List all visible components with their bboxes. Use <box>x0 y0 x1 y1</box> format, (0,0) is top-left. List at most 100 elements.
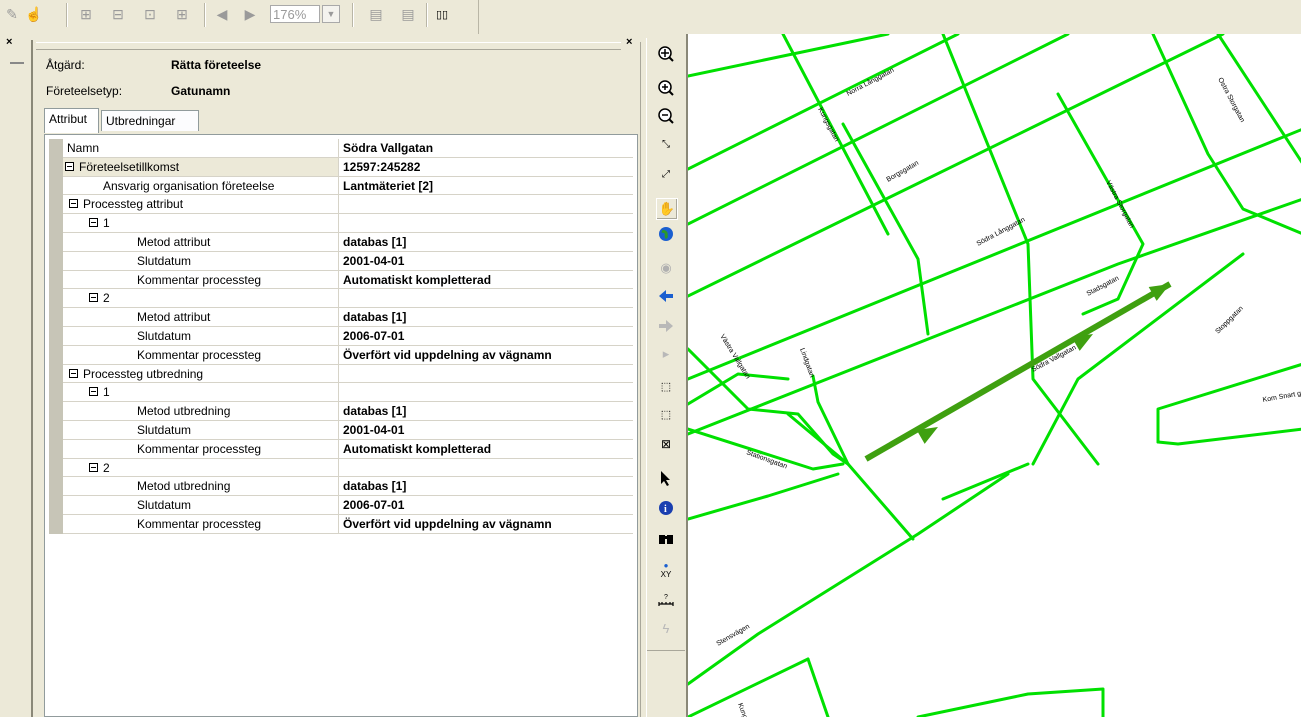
close-icon[interactable]: × <box>626 36 632 48</box>
row-gutter <box>49 420 63 440</box>
forward-arrow-icon[interactable] <box>656 316 676 336</box>
property-value: 2006-07-01 <box>343 498 405 513</box>
collapse-toggle-icon[interactable] <box>69 368 78 378</box>
fixed-zoom-out-icon[interactable]: ⊟ <box>108 4 128 24</box>
collapse-toggle-icon[interactable] <box>89 387 98 397</box>
property-value-cell[interactable] <box>339 195 633 215</box>
property-value-cell[interactable]: Södra Vallgatan <box>339 139 633 158</box>
table-row[interactable]: Slutdatum 2001-04-01 <box>49 251 633 271</box>
table-row[interactable]: Slutdatum 2006-07-01 <box>49 326 633 346</box>
collapse-toggle-icon[interactable] <box>89 293 98 303</box>
layout-icon[interactable]: ▯▯ <box>432 4 452 24</box>
clear-selection-icon[interactable]: ⊠ <box>656 434 676 454</box>
selected-street[interactable] <box>864 281 1172 462</box>
find-binoculars-icon[interactable] <box>656 528 676 548</box>
select-features-icon[interactable]: ⬚ <box>656 376 676 396</box>
table-row[interactable]: Företeelsetillkomst 12597:245282 <box>49 157 633 177</box>
full-extent-icon[interactable]: ⊡ <box>140 4 160 24</box>
property-value-cell[interactable]: 12597:245282 <box>339 158 633 177</box>
property-value-cell[interactable]: databas [1] <box>339 233 633 252</box>
collapse-toggle-icon[interactable] <box>89 218 98 228</box>
property-name: 2 <box>103 291 110 306</box>
property-value-cell[interactable]: 2001-04-01 <box>339 252 633 271</box>
property-name-cell: Metod attribut <box>63 308 339 327</box>
back-arrow-icon[interactable] <box>656 286 676 306</box>
row-gutter <box>49 232 63 252</box>
street-line <box>786 412 850 466</box>
property-value-cell[interactable]: Lantmäteriet [2] <box>339 177 633 196</box>
select-by-graphics-icon[interactable]: ⬚ <box>656 404 676 424</box>
zoom-out-icon[interactable] <box>656 106 676 126</box>
edit-tool-icon[interactable]: ✎ <box>2 4 22 24</box>
property-value-cell[interactable]: databas [1] <box>339 308 633 327</box>
property-value-cell[interactable]: Automatiskt kompletterad <box>339 440 633 459</box>
refresh-icon[interactable]: ◉ <box>656 258 676 278</box>
table-row[interactable]: Slutdatum 2006-07-01 <box>49 496 633 515</box>
panel-grip[interactable] <box>36 42 621 50</box>
property-value-cell[interactable]: 2001-04-01 <box>339 421 633 440</box>
focus-data-frame-icon[interactable]: ▤ <box>398 4 418 24</box>
tab-utbredningar[interactable]: Utbredningar <box>101 110 199 131</box>
identify-icon[interactable]: i <box>656 498 676 518</box>
go-to-xy-icon[interactable]: ● XY <box>656 560 676 580</box>
collapse-toggle-icon[interactable] <box>89 462 98 472</box>
measure-icon[interactable]: ? <box>656 590 676 610</box>
table-row[interactable]: 2 <box>49 458 633 478</box>
pointer-icon[interactable] <box>656 468 676 488</box>
table-row[interactable]: Metod utbredning databas [1] <box>49 402 633 421</box>
property-value-cell[interactable]: Automatiskt kompletterad <box>339 271 633 290</box>
property-value-cell[interactable]: databas [1] <box>339 477 633 497</box>
select-arrow-icon[interactable]: ▸ <box>656 344 676 364</box>
zoom-in-fixed-icon[interactable]: ⤡ <box>656 134 676 154</box>
collapse-toggle-icon[interactable] <box>65 161 74 171</box>
property-value-cell[interactable]: Överfört vid uppdelning av vägnamn <box>339 515 633 534</box>
property-value-cell[interactable] <box>339 459 633 478</box>
property-value-cell[interactable] <box>339 214 633 233</box>
zoom-to-full-icon[interactable] <box>656 44 676 64</box>
table-row[interactable]: Metod attribut databas [1] <box>49 232 633 252</box>
table-row[interactable]: Namn Södra Vallgatan <box>49 139 633 158</box>
pan-hand-icon[interactable]: ✋ <box>656 198 678 220</box>
property-value-cell[interactable] <box>339 365 633 384</box>
pan-tool-icon[interactable]: ☝ <box>24 4 44 24</box>
globe-icon[interactable] <box>656 224 676 244</box>
minimize-icon[interactable] <box>10 62 24 64</box>
property-value-cell[interactable]: Överfört vid uppdelning av vägnamn <box>339 346 633 365</box>
property-value-cell[interactable]: 2006-07-01 <box>339 327 633 346</box>
collapse-toggle-icon[interactable] <box>69 199 78 209</box>
chevron-down-icon[interactable]: ▼ <box>322 5 340 23</box>
tab-attribut[interactable]: Attribut <box>44 108 99 133</box>
row-gutter <box>49 176 63 196</box>
table-row[interactable]: Kommentar processteg Automatiskt komplett… <box>49 270 633 290</box>
table-row[interactable]: 1 <box>49 383 633 403</box>
table-row[interactable]: Kommentar processteg Överfört vid uppdeln… <box>49 345 633 365</box>
table-row[interactable]: Metod attribut databas [1] <box>49 308 633 327</box>
map-canvas[interactable]: Norra LånggatanKungsgatanOstra Storgatan… <box>688 34 1301 717</box>
zoom-out-fixed-icon[interactable]: ⤢ <box>656 164 676 184</box>
table-row[interactable]: Processteg utbredning <box>49 364 633 384</box>
row-gutter <box>49 439 63 459</box>
next-extent-icon[interactable]: ▶ <box>240 4 260 24</box>
table-row[interactable]: Kommentar processteg Överfört vid uppdeln… <box>49 514 633 534</box>
table-row[interactable]: 1 <box>49 214 633 233</box>
zoom-level-field[interactable]: 176% <box>270 5 320 23</box>
table-row[interactable]: Ansvarig organisation företeelse Lantmäte… <box>49 176 633 196</box>
toggle-draft-mode-icon[interactable]: ▤ <box>366 4 386 24</box>
property-value-cell[interactable]: 2006-07-01 <box>339 496 633 515</box>
fixed-zoom-in-icon[interactable]: ⊞ <box>76 4 96 24</box>
flash-icon[interactable]: ϟ <box>656 618 676 638</box>
property-name: Kommentar processteg <box>137 347 262 362</box>
table-row[interactable]: Processteg attribut <box>49 195 633 215</box>
previous-extent-icon[interactable]: ◀ <box>212 4 232 24</box>
table-row[interactable]: Slutdatum 2001-04-01 <box>49 420 633 440</box>
table-row[interactable]: Kommentar processteg Automatiskt komplett… <box>49 439 633 459</box>
property-value-cell[interactable] <box>339 383 633 403</box>
map-view[interactable]: Norra Långgatan Kungsgatan Ostra Storgatan… <box>686 34 1301 717</box>
close-icon[interactable]: × <box>6 36 12 48</box>
table-row[interactable]: Metod utbredning databas [1] <box>49 477 633 497</box>
property-value-cell[interactable] <box>339 289 633 309</box>
table-row[interactable]: 2 <box>49 289 633 309</box>
zoom-in-icon[interactable] <box>656 78 676 98</box>
property-value-cell[interactable]: databas [1] <box>339 402 633 421</box>
page-zoom-icon[interactable]: ⊞ <box>172 4 192 24</box>
